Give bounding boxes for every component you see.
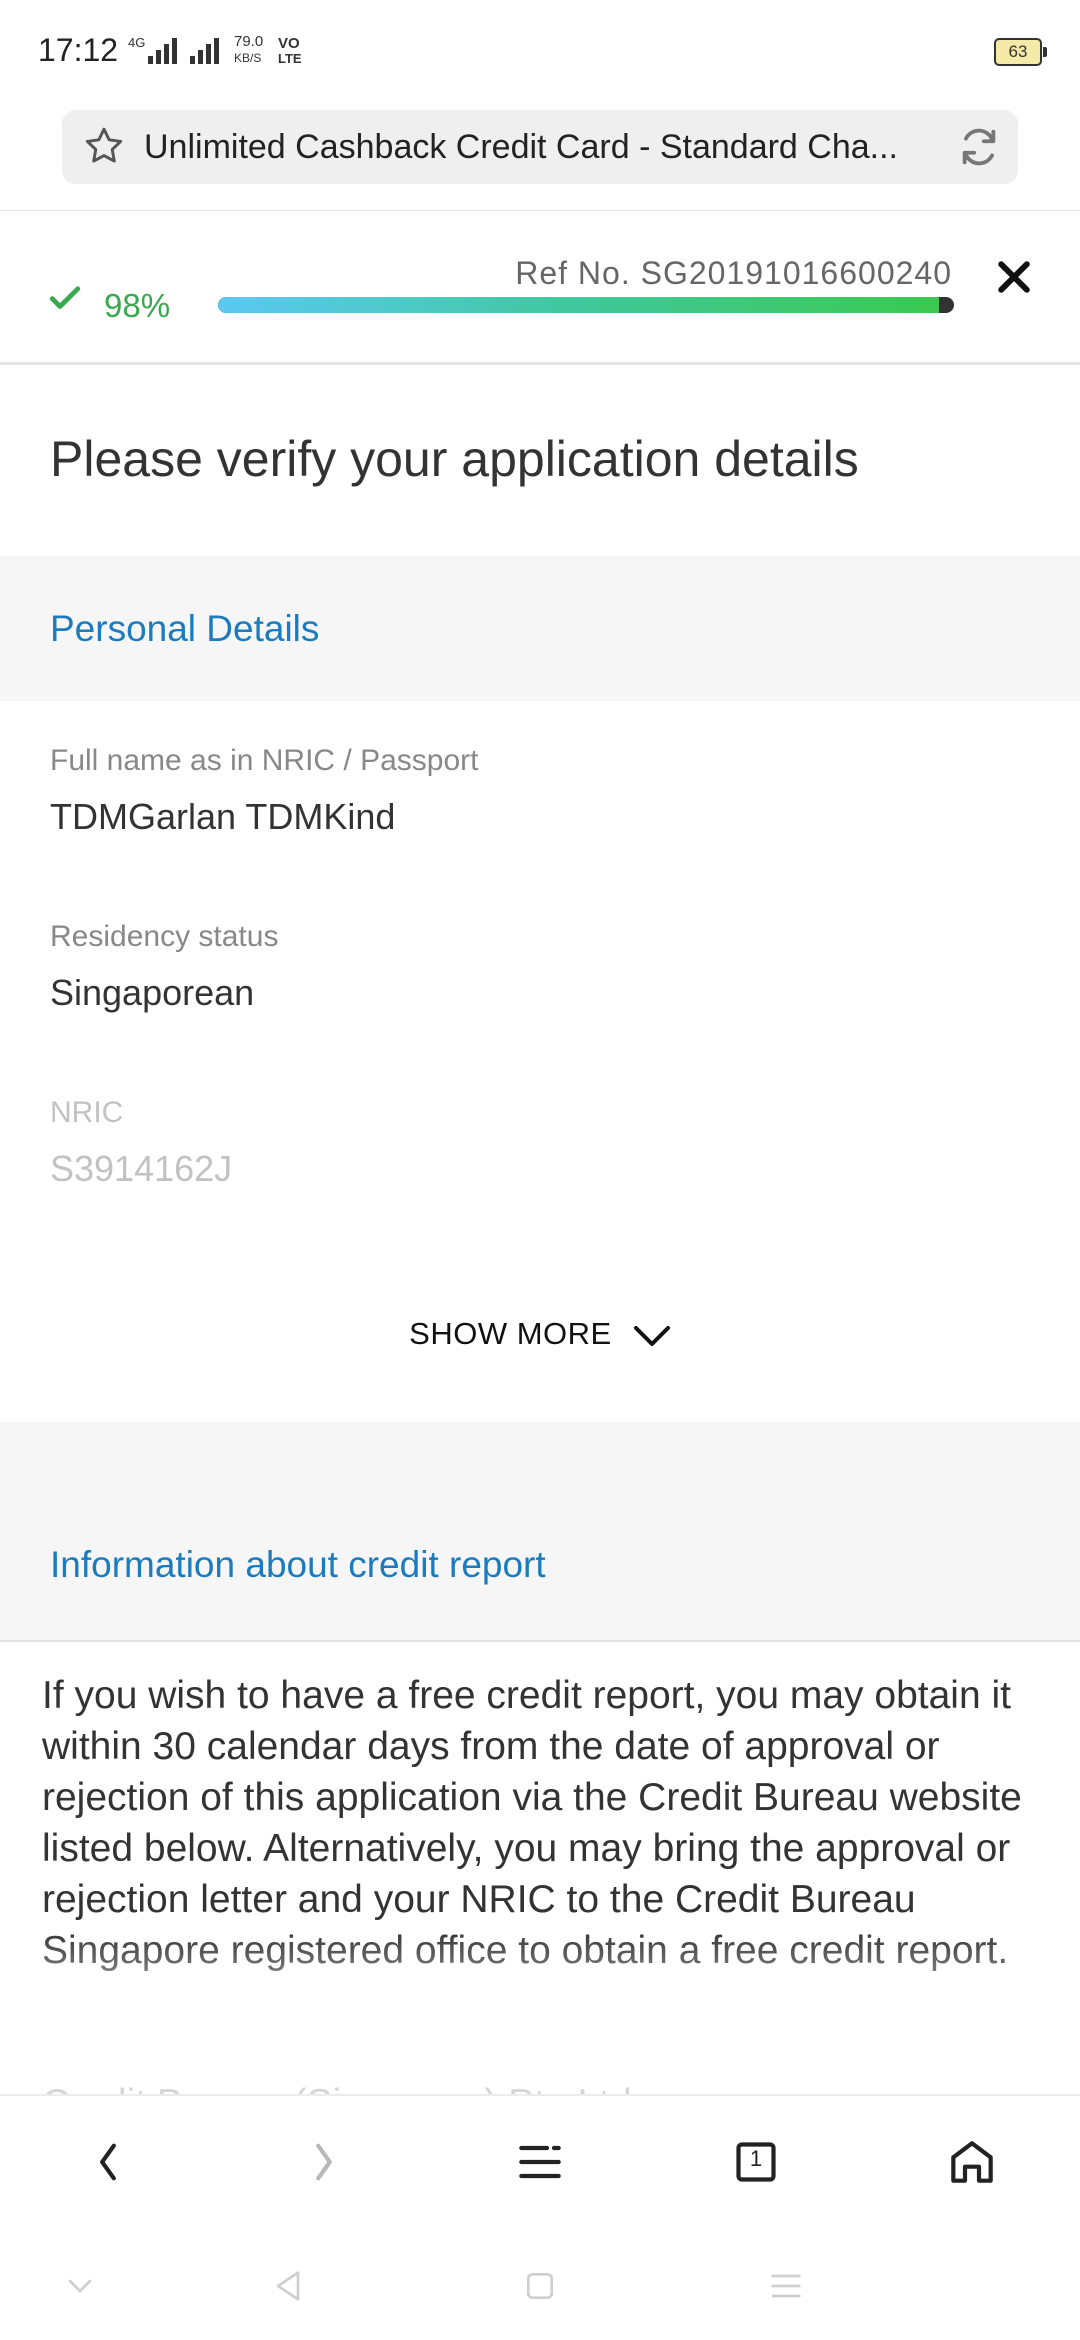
credit-report-header: Information about credit report [0,1422,1080,1640]
system-recents-icon[interactable] [766,2266,806,2306]
section-title: Information about credit report [50,1544,546,1585]
volte-bottom: LTE [278,51,302,66]
volte-top: VO [278,35,300,52]
progress-bar-fill [218,297,940,313]
progress-bar [218,297,954,313]
speed-value: 79.0 [234,33,264,50]
field-value-residency: Singaporean [50,972,255,1013]
status-time: 17:12 [38,32,119,68]
check-icon [49,286,81,309]
progress-percent: 98% [104,287,171,324]
divider [0,1640,1080,1642]
field-label-full-name: Full name as in NRIC / Passport [50,744,479,777]
signal-icon-2 [190,36,219,64]
network-type: 4G [128,35,146,50]
show-more-button[interactable]: SHOW MORE [0,1316,1080,1352]
divider [0,362,1080,365]
bookmark-star-icon[interactable] [82,124,126,168]
field-label-nric: NRIC [50,1096,124,1129]
system-navigation-bar [0,2226,1080,2340]
battery-icon: 63 [994,38,1047,66]
menu-icon[interactable] [512,2134,568,2190]
home-icon[interactable] [944,2134,1000,2190]
field-value-nric: S3914162J [50,1148,233,1189]
forward-icon[interactable] [296,2134,352,2190]
field-label-residency: Residency status [50,920,279,953]
network-speed: 79.0 KB/S [234,34,263,66]
system-home-icon[interactable] [520,2266,560,2306]
reload-icon[interactable] [956,124,1002,170]
page-title-in-urlbar[interactable]: Unlimited Cashback Credit Card - Standar… [144,128,944,167]
application-progress: 98% Ref No. SG20191016600240 [0,211,1080,361]
field-value-full-name: TDMGarlan TDMKind [50,796,396,837]
page-heading: Please verify your application details [50,431,859,487]
personal-details-header: Personal Details [0,556,1080,701]
system-back-icon[interactable] [268,2266,308,2306]
tab-count: 1 [749,2146,763,2171]
speed-unit: KB/S [234,51,262,65]
back-icon[interactable] [80,2134,136,2190]
signal-icon [148,36,177,64]
show-more-label: SHOW MORE [409,1316,612,1351]
address-bar[interactable]: Unlimited Cashback Credit Card - Standar… [62,110,1018,184]
reference-number: Ref No. SG20191016600240 [515,255,952,291]
chevron-down-icon [633,1325,670,1346]
tabs-button[interactable]: 1 [728,2134,784,2190]
status-bar: 17:12 4G 79.0 KB/S VO LTE 63 [0,0,1080,100]
volte-icon: VO LTE [278,36,302,66]
collapse-icon[interactable] [60,2266,100,2306]
scroll-fade [0,1930,1080,2100]
section-title: Personal Details [50,608,320,649]
browser-toolbar: 1 [0,2094,1080,2226]
close-icon[interactable] [992,255,1036,299]
